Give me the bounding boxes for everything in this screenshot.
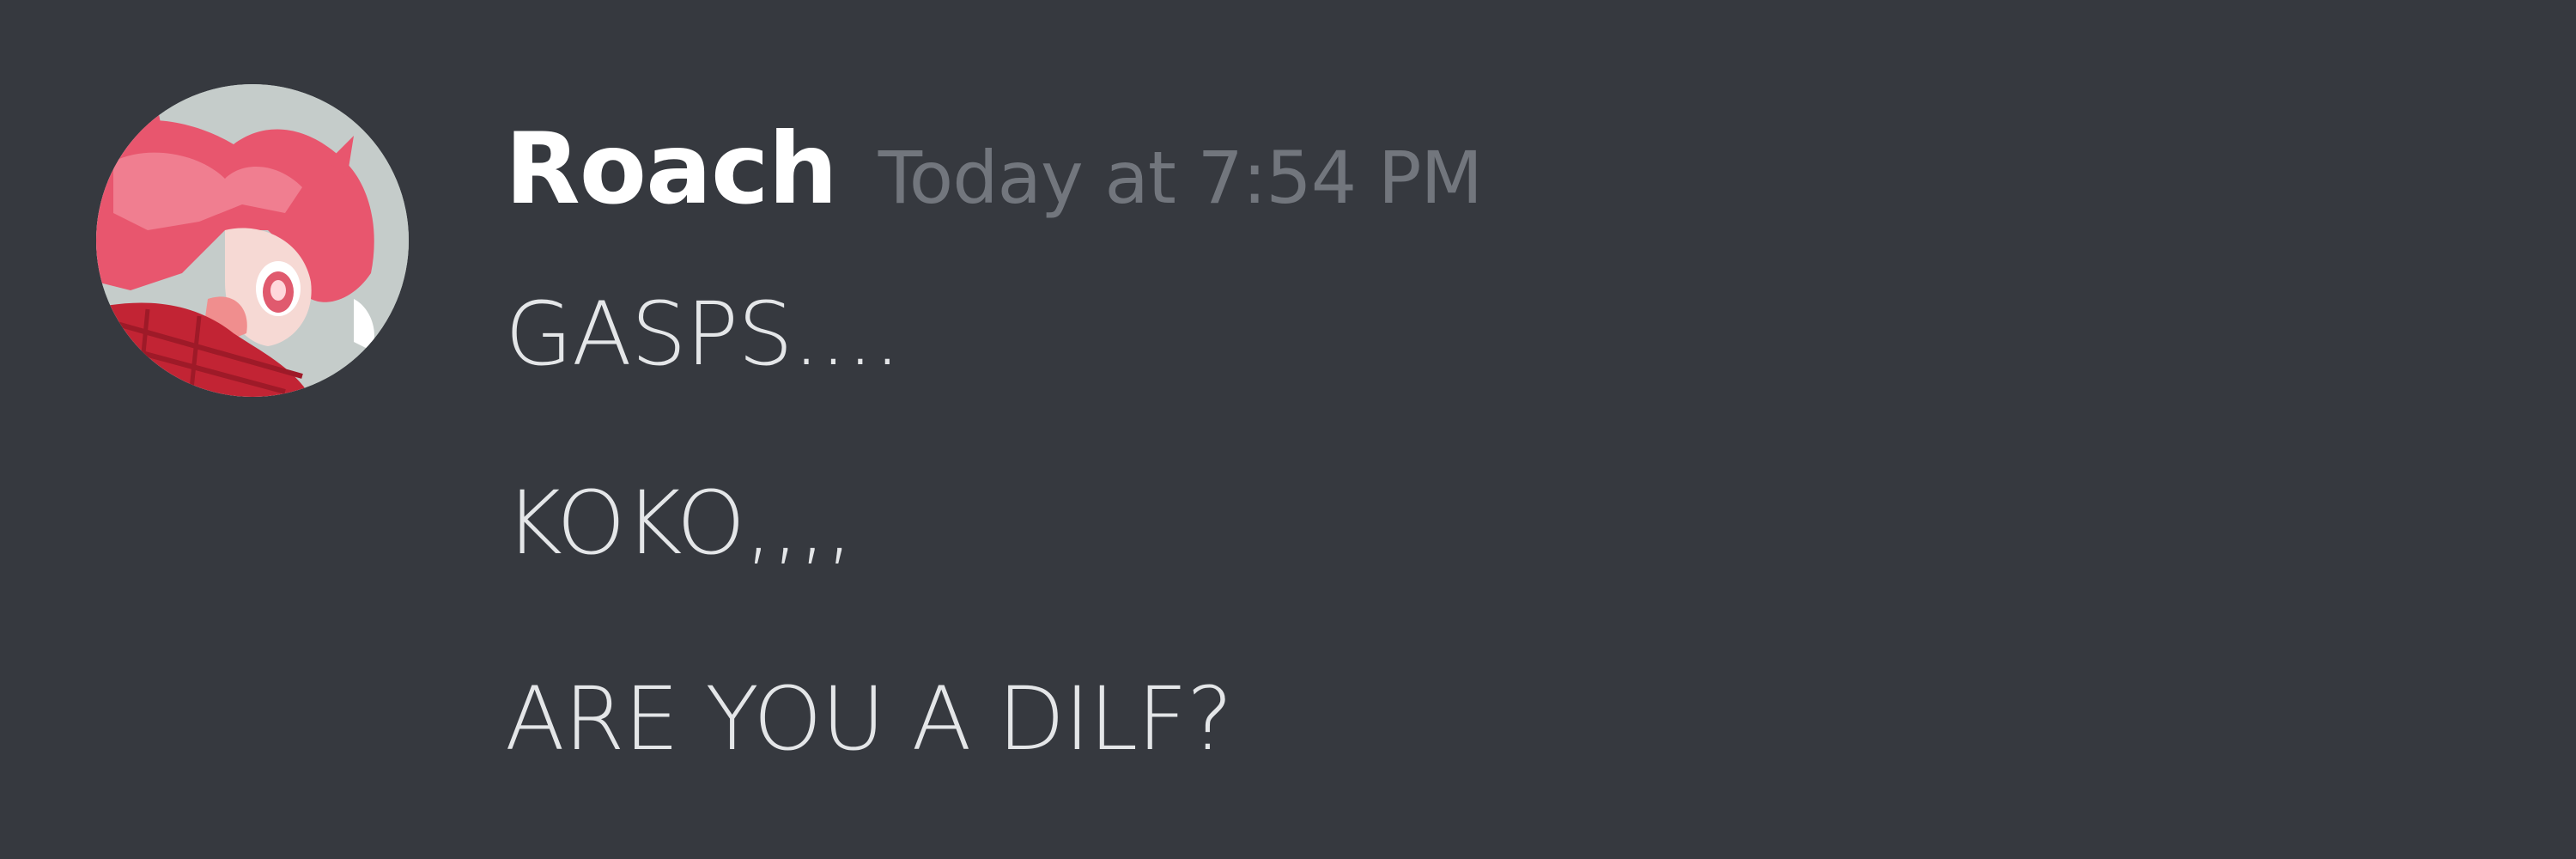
username[interactable]: Roach [505, 112, 838, 226]
timestamp: Today at 7:54 PM [878, 136, 1483, 220]
message-header: Roach Today at 7:54 PM [505, 112, 1483, 241]
message-line: GASPS.... [505, 283, 902, 386]
avatar-image [96, 84, 409, 397]
chat-view: Roach Today at 7:54 PM GASPS.... KOKO,,,,… [0, 0, 2576, 859]
message-line: ARE YOU A DILF? [505, 668, 1233, 771]
message-line: KOKO,,,, [505, 472, 854, 575]
avatar[interactable] [96, 84, 409, 397]
chat-message[interactable]: Roach Today at 7:54 PM GASPS.... KOKO,,,,… [0, 0, 2576, 859]
